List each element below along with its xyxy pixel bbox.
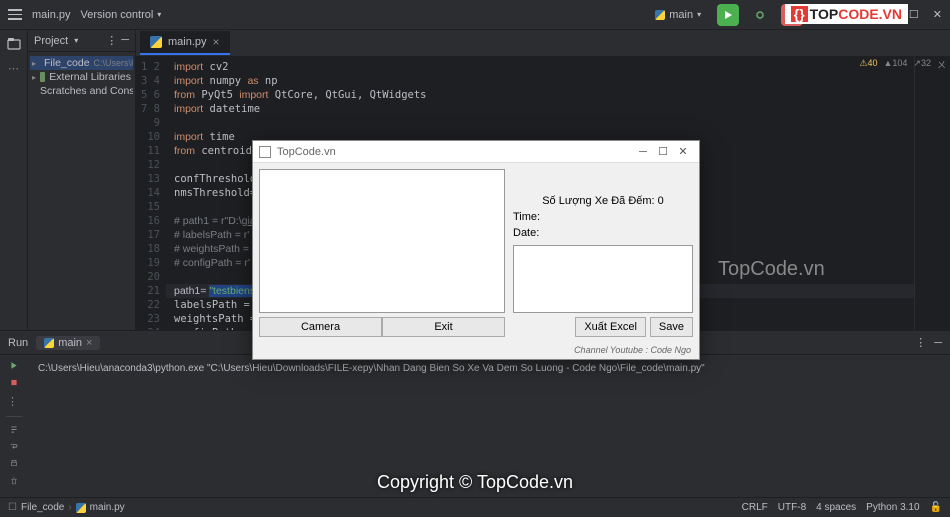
dialog-close-button[interactable]: ✕ [673,145,693,158]
camera-button[interactable]: Camera [259,317,382,337]
watermark-bottom: Copyright © TopCode.vn [0,472,950,493]
hints-count[interactable]: ▲104 [883,58,907,71]
python-icon [150,36,162,48]
project-tool-icon[interactable] [6,36,22,52]
run-hide-icon[interactable]: ─ [934,337,942,349]
tab-main-py[interactable]: main.py × [140,31,230,55]
line-gutter: 1 2 3 4 5 6 7 8 9 10 11 12 13 14 15 16 1… [136,56,166,330]
inspection-gutter: ⚠40 ▲104 ↗32 ㄨ [914,56,950,330]
topcode-logo: {} TOPCODE.VN [785,4,908,24]
watermark-side: TopCode.vn [718,258,825,281]
other-count[interactable]: ↗32 [913,58,931,71]
run-toolbar: ⋮ [0,355,28,485]
project-title: Project [34,35,68,47]
tab-close-icon[interactable]: × [213,35,220,49]
run-config-tab[interactable]: main × [36,336,100,350]
exit-button[interactable]: Exit [382,317,505,337]
date-label: Date: [513,227,693,239]
dialog-maximize-button[interactable]: ☐ [653,145,673,158]
print-icon[interactable] [7,459,21,468]
breadcrumb[interactable]: ☐ File_code › main.py [8,502,125,513]
project-more-icon[interactable]: ⋮ [106,34,117,47]
qt-dialog: TopCode.vn ─ ☐ ✕ Camera Exit Số Lượng Xe… [252,140,700,360]
time-label: Time: [513,211,693,223]
export-excel-button[interactable]: Xuất Excel [575,317,646,337]
more-tools-icon[interactable]: ⋯ [8,62,19,75]
close-button[interactable]: ✕ [933,8,942,21]
scroll-to-end-icon[interactable] [7,425,21,434]
run-more-icon[interactable]: ⋮ [915,336,926,349]
run-more-tools-icon[interactable]: ⋮ [7,395,21,408]
warnings-count[interactable]: ⚠40 [859,58,877,71]
file-name: main.py [32,9,71,21]
project-hide-icon[interactable]: ─ [121,34,129,47]
line-ending[interactable]: CRLF [742,502,768,513]
indent[interactable]: 4 spaces [816,502,856,513]
maximize-button[interactable]: ☐ [909,8,919,21]
hamburger-menu[interactable] [8,8,22,22]
dialog-minimize-button[interactable]: ─ [633,146,653,158]
save-button[interactable]: Save [650,317,693,337]
status-bar: ☐ File_code › main.py CRLF UTF-8 4 space… [0,497,950,517]
dialog-titlebar[interactable]: TopCode.vn ─ ☐ ✕ [253,141,699,163]
project-tree: ▸ File_code C:\Users\Hieu\Down ▸ Externa… [28,52,135,102]
video-preview [259,169,505,313]
run-button[interactable] [717,4,739,26]
run-label: Run [8,337,28,349]
project-panel: Project ▾ ⋮ ─ ▸ File_code C:\Users\Hieu\… [28,30,136,330]
soft-wrap-icon[interactable] [7,442,21,451]
console-output[interactable]: C:\Users\Hieu\anaconda3\python.exe "C:\U… [28,355,950,485]
rerun-icon[interactable] [7,361,21,370]
run-config-selector[interactable]: main▾ [649,7,707,23]
readonly-lock-icon[interactable]: 🔓 [930,502,942,513]
version-control-menu[interactable]: Version control▾ [81,9,162,21]
dialog-credit: Channel Youtube : Code Ngo [253,343,699,359]
vehicle-count-label: Số Lượng Xe Đã Đếm: 0 [513,195,693,207]
left-tool-strip: ⋯ [0,30,28,330]
tree-scratches[interactable]: Scratches and Consoles [30,84,133,98]
dialog-title-text: TopCode.vn [277,146,633,158]
interpreter[interactable]: Python 3.10 [866,502,919,513]
stop-run-icon[interactable] [7,378,21,387]
tree-external-libs[interactable]: ▸ External Libraries [30,70,133,84]
encoding[interactable]: UTF-8 [778,502,806,513]
plate-preview [513,245,693,313]
debug-button[interactable] [749,4,771,26]
project-header: Project ▾ ⋮ ─ [28,30,135,52]
editor-tabs: main.py × [136,30,950,56]
tree-root[interactable]: ▸ File_code C:\Users\Hieu\Down [30,56,133,70]
